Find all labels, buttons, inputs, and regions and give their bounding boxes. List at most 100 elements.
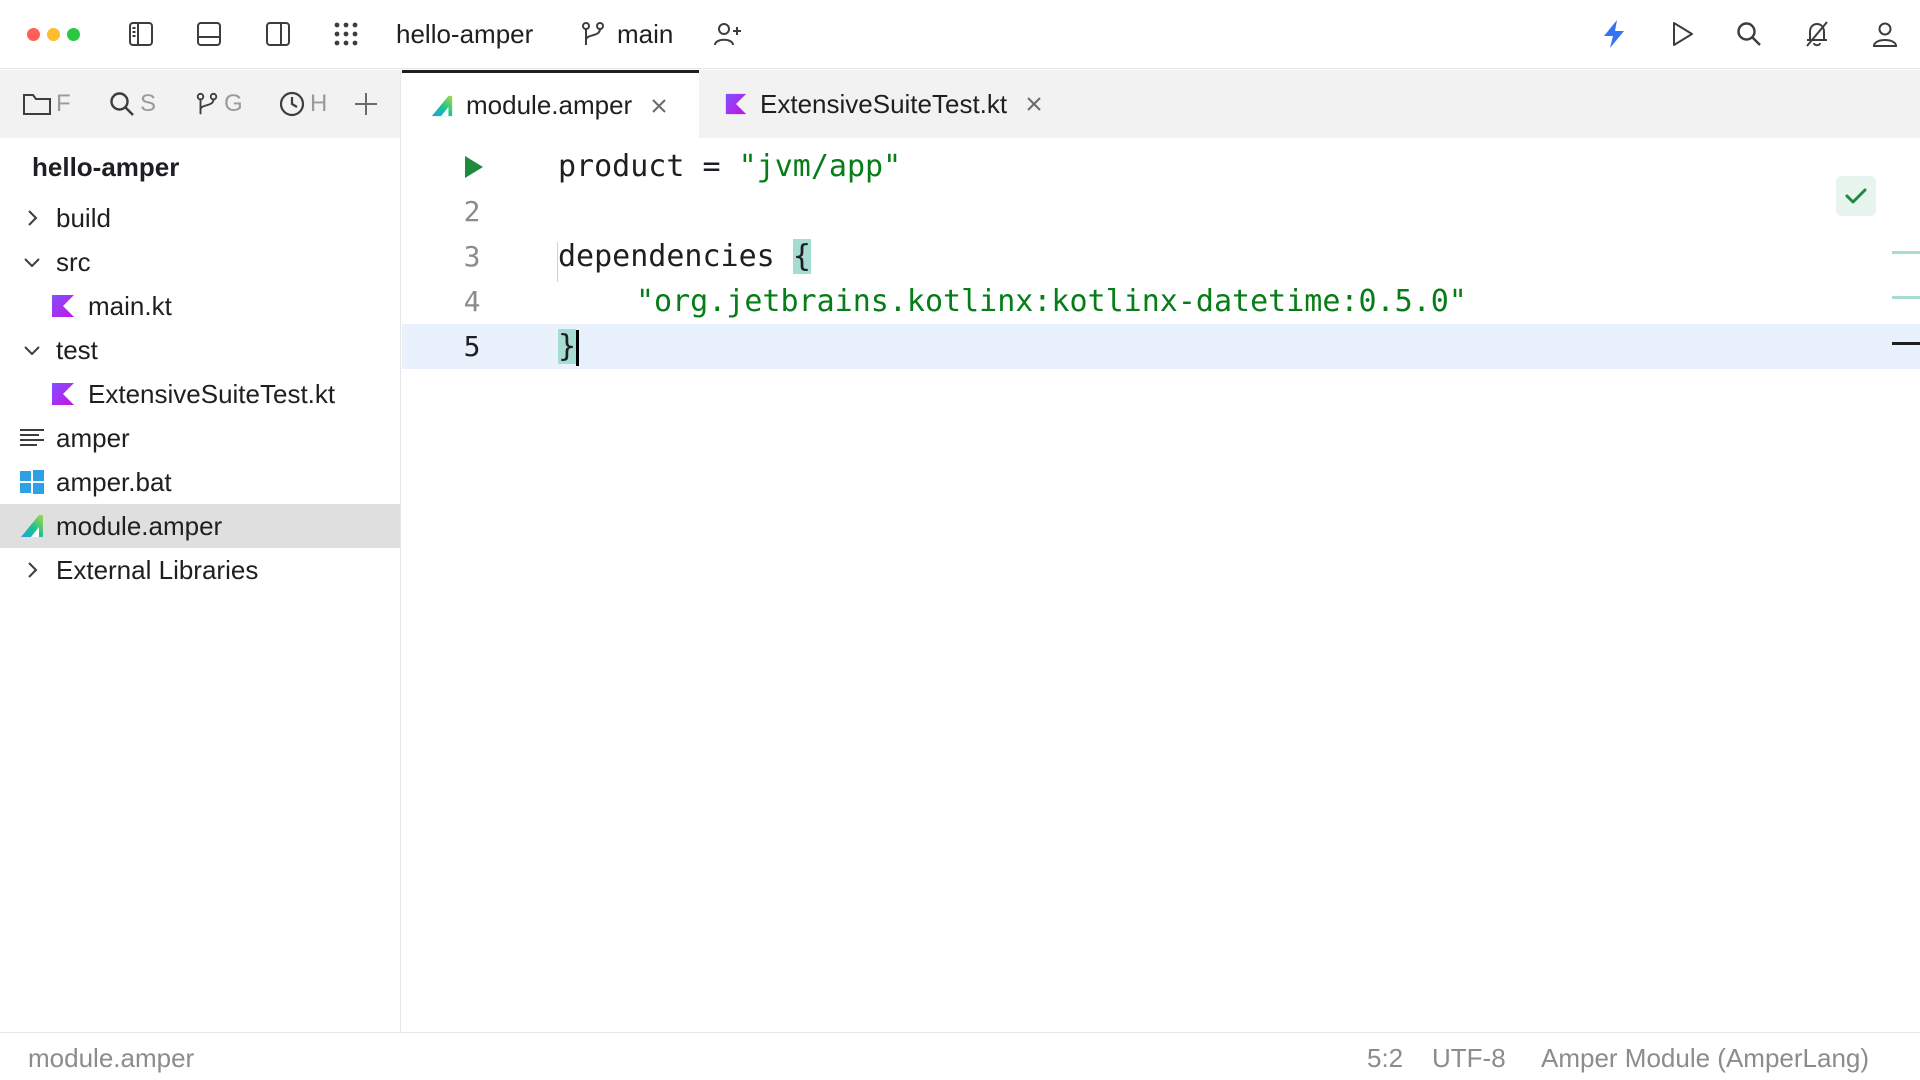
kotlin-file-icon bbox=[52, 295, 74, 317]
tree-item-amper[interactable]: amper bbox=[0, 416, 400, 460]
indent-guide bbox=[557, 242, 558, 282]
tab-project[interactable]: F bbox=[22, 86, 78, 122]
line-number: 4 bbox=[463, 285, 481, 318]
code-line[interactable]: 4 "org.jetbrains.kotlinx:kotlinx-datetim… bbox=[402, 279, 1920, 324]
kotlin-file-icon bbox=[52, 383, 74, 405]
status-file-path[interactable]: module.amper bbox=[28, 1043, 194, 1074]
apps-grid-icon[interactable] bbox=[329, 17, 363, 51]
project-name[interactable]: hello-amper bbox=[396, 18, 533, 50]
tree-item-label: module.amper bbox=[56, 510, 223, 541]
tab-git[interactable]: G bbox=[194, 86, 248, 122]
editor-tab-label: ExtensiveSuiteTest.kt bbox=[760, 88, 1008, 119]
run-gutter-icon[interactable] bbox=[458, 152, 488, 182]
tab-history[interactable]: H bbox=[278, 86, 332, 122]
scrollbar-marker[interactable] bbox=[1892, 296, 1920, 299]
branch-name[interactable]: main bbox=[617, 18, 673, 50]
code-key: dependencies bbox=[558, 239, 793, 274]
project-tree: hello-amper build src main.kt test Exten… bbox=[0, 138, 401, 1032]
code-line[interactable]: 2 bbox=[402, 189, 1920, 234]
tree-item-label: build bbox=[56, 202, 111, 233]
tree-item-label: main.kt bbox=[88, 290, 172, 321]
chevron-down-icon[interactable] bbox=[22, 252, 42, 272]
text-caret bbox=[576, 329, 580, 366]
left-sidebar-toggle-icon[interactable] bbox=[124, 17, 158, 51]
search-icon[interactable] bbox=[1732, 17, 1766, 51]
tree-item-label: test bbox=[56, 334, 98, 365]
tree-item-external-libraries[interactable]: External Libraries bbox=[0, 548, 400, 592]
tree-item-extensive-suite-test[interactable]: ExtensiveSuiteTest.kt bbox=[0, 372, 400, 416]
amper-file-icon bbox=[431, 95, 453, 116]
code-editor[interactable]: product = "jvm/app" 2 3 dependencies { 4… bbox=[402, 138, 1920, 1032]
folder-icon bbox=[23, 94, 51, 115]
code-line[interactable]: product = "jvm/app" bbox=[402, 144, 1920, 189]
tree-item-label: ExtensiveSuiteTest.kt bbox=[88, 378, 336, 409]
tool-window-tab-strip: F S G H bbox=[0, 70, 401, 138]
open-brace: { bbox=[792, 239, 811, 274]
lightning-icon[interactable] bbox=[1597, 17, 1631, 51]
tree-root-title[interactable]: hello-amper bbox=[32, 152, 179, 183]
amper-file-icon bbox=[21, 515, 43, 537]
zoom-window-button[interactable] bbox=[67, 28, 80, 41]
status-bar: module.amper 5:2 UTF-8 Amper Module (Amp… bbox=[0, 1032, 1920, 1080]
code-key: product = bbox=[558, 149, 739, 184]
editor-tab-extensive-suite-test[interactable]: ExtensiveSuiteTest.kt bbox=[724, 70, 1104, 138]
tree-item-build[interactable]: build bbox=[0, 196, 400, 240]
status-language[interactable]: Amper Module (AmperLang) bbox=[1541, 1043, 1869, 1074]
tree-item-label: External Libraries bbox=[56, 554, 259, 585]
text-file-icon bbox=[20, 429, 44, 446]
windows-icon bbox=[20, 470, 44, 494]
code-line-content: } bbox=[558, 324, 580, 369]
tree-item-src[interactable]: src bbox=[0, 240, 400, 284]
tab-project-label: F bbox=[56, 90, 71, 117]
clock-icon bbox=[279, 91, 305, 117]
status-encoding[interactable]: UTF-8 bbox=[1432, 1043, 1506, 1074]
tree-item-main-kt[interactable]: main.kt bbox=[0, 284, 400, 328]
tab-search-label: S bbox=[140, 90, 157, 117]
editor-tab-label: module.amper bbox=[466, 90, 633, 120]
right-sidebar-toggle-icon[interactable] bbox=[261, 17, 295, 51]
editor-tab-module-amper[interactable]: module.amper bbox=[402, 70, 699, 138]
chevron-down-icon[interactable] bbox=[22, 340, 42, 360]
tree-item-label: amper bbox=[56, 422, 130, 453]
scrollbar-caret-marker[interactable] bbox=[1892, 342, 1920, 345]
tree-item-amper-bat[interactable]: amper.bat bbox=[0, 460, 400, 504]
plus-icon bbox=[355, 93, 377, 115]
close-window-button[interactable] bbox=[27, 28, 40, 41]
tree-item-label: src bbox=[56, 246, 91, 277]
tab-search[interactable]: S bbox=[108, 86, 162, 122]
line-number: 2 bbox=[463, 195, 481, 228]
code-line-current[interactable]: 5 } bbox=[402, 324, 1920, 369]
bottom-panel-toggle-icon[interactable] bbox=[192, 17, 226, 51]
minimize-window-button[interactable] bbox=[47, 28, 60, 41]
add-tab-button[interactable] bbox=[352, 86, 386, 122]
run-icon[interactable] bbox=[1665, 17, 1699, 51]
code-line-content: "org.jetbrains.kotlinx:kotlinx-datetime:… bbox=[636, 279, 1467, 324]
inspection-status-icon[interactable] bbox=[1836, 176, 1876, 216]
tab-history-label: H bbox=[310, 90, 328, 117]
chevron-right-icon[interactable] bbox=[22, 208, 42, 228]
close-brace: } bbox=[558, 329, 577, 364]
close-icon[interactable] bbox=[650, 97, 668, 115]
tab-git-label: G bbox=[224, 90, 243, 117]
notifications-muted-icon[interactable] bbox=[1800, 17, 1834, 51]
checkmark-icon bbox=[1845, 188, 1867, 204]
tree-item-module-amper[interactable]: module.amper bbox=[0, 504, 400, 548]
kotlin-file-icon bbox=[725, 93, 747, 115]
code-line[interactable]: 3 dependencies { bbox=[402, 234, 1920, 279]
tree-item-label: amper.bat bbox=[56, 466, 172, 497]
git-branch-icon bbox=[196, 92, 218, 115]
line-number: 5 bbox=[463, 330, 481, 363]
code-line-content: dependencies { bbox=[558, 234, 811, 279]
user-profile-icon[interactable] bbox=[1868, 17, 1902, 51]
scrollbar-marker[interactable] bbox=[1892, 251, 1920, 254]
code-line-content: product = "jvm/app" bbox=[558, 144, 901, 189]
editor-tab-bar: module.amper ExtensiveSuiteTest.kt bbox=[402, 70, 1920, 138]
close-icon[interactable] bbox=[1025, 95, 1043, 113]
main-toolbar: hello-amper main bbox=[0, 0, 1920, 69]
status-caret-position[interactable]: 5:2 bbox=[1367, 1043, 1403, 1074]
chevron-right-icon[interactable] bbox=[22, 560, 42, 580]
add-collaborator-icon[interactable] bbox=[711, 17, 745, 51]
tree-item-test[interactable]: test bbox=[0, 328, 400, 372]
search-icon bbox=[110, 92, 134, 116]
git-branch-icon bbox=[576, 17, 610, 51]
